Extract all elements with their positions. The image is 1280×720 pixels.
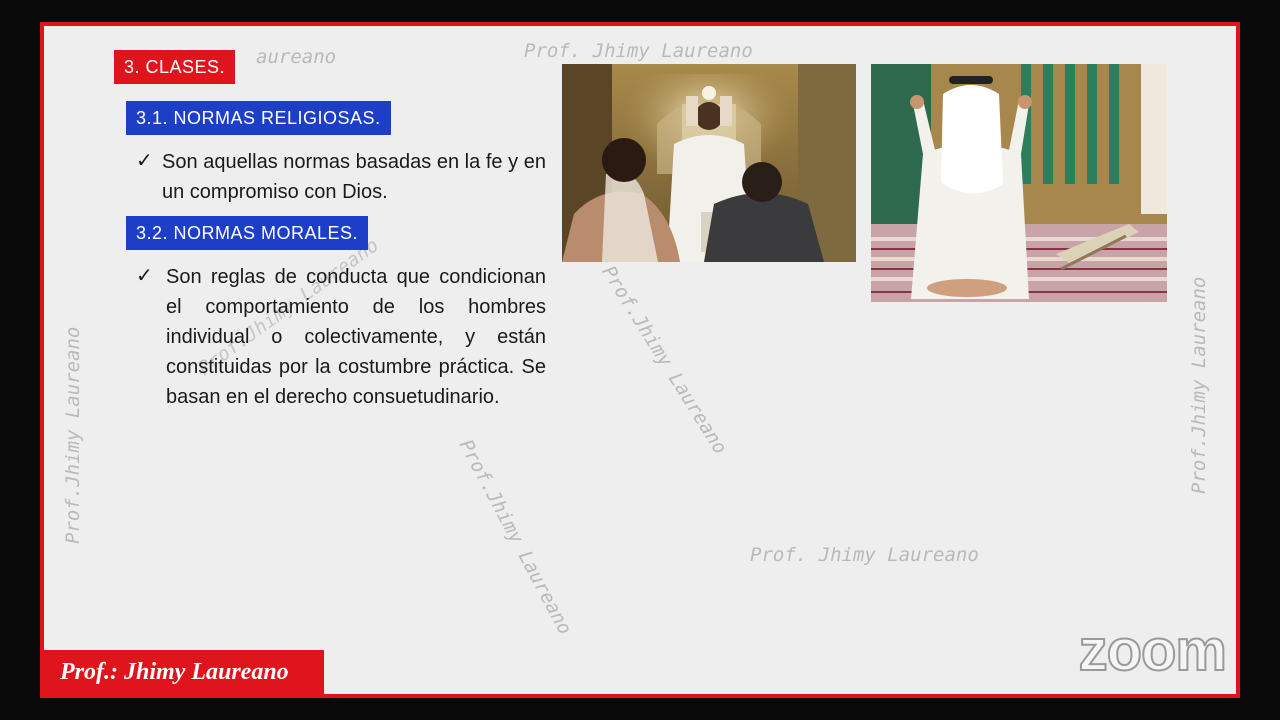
photo-muslim-prayer (871, 64, 1167, 302)
subsection-morales-title: 3.2. NORMAS MORALES. (126, 216, 369, 250)
watermark-diagonal-center: Prof.Jhimy Laureano (597, 262, 732, 458)
subsection-religiosas-title: 3.1. NORMAS RELIGIOSAS. (126, 101, 391, 135)
check-icon: ✓ (136, 150, 153, 172)
watermark-diagonal-lower: Prof.Jhimy Laureano (454, 436, 577, 639)
check-icon: ✓ (136, 265, 153, 287)
zoom-logo: zoom (1078, 617, 1228, 684)
slide: aureano Prof. Jhimy Laureano Prof. Jhimy… (40, 22, 1240, 698)
section-title: 3. CLASES. (114, 50, 236, 84)
subsection-religiosas-text: Son aquellas normas basadas en la fe y e… (162, 151, 546, 203)
watermark-top: Prof. Jhimy Laureano (524, 40, 753, 62)
photo-catholic-mass (562, 64, 856, 262)
watermark-left-vertical: Prof.Jhimy Laureano (62, 326, 84, 544)
subsection-morales-text: Son reglas de conducta que condicionan e… (166, 266, 546, 408)
watermark-top-left-partial: aureano (256, 46, 337, 68)
watermark-bottom-right: Prof. Jhimy Laureano (750, 544, 979, 566)
footer-author-badge: Prof.: Jhimy Laureano (44, 650, 324, 694)
watermark-right-vertical: Prof.Jhimy Laureano (1188, 276, 1210, 494)
